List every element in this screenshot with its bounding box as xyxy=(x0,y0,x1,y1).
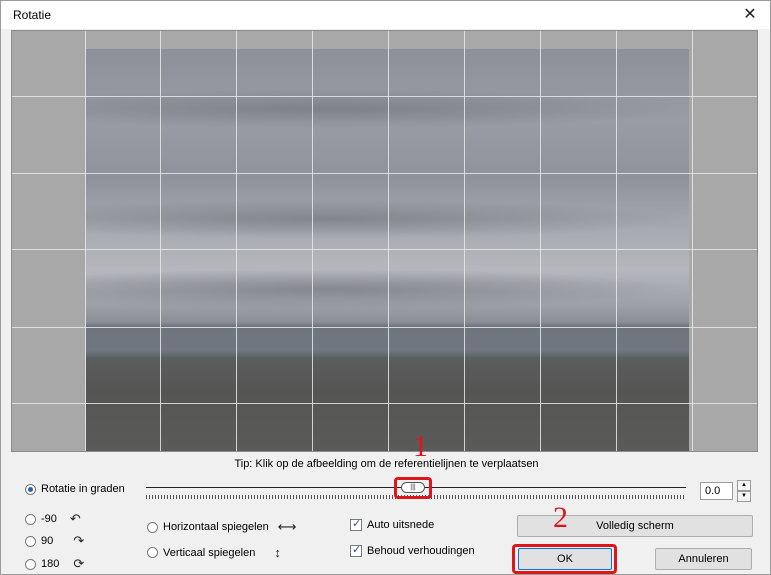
grid-line[interactable] xyxy=(464,31,465,451)
spin-down-icon[interactable]: ▼ xyxy=(737,491,751,502)
preset-90[interactable]: 90 ↷ xyxy=(25,533,84,549)
grid-line[interactable] xyxy=(12,249,757,250)
grid-line[interactable] xyxy=(312,31,313,451)
vertical-arrows-icon: ↕ xyxy=(274,545,281,560)
rotation-value-input[interactable]: 0.0 xyxy=(700,482,733,500)
grid-line[interactable] xyxy=(85,31,86,451)
grid-line[interactable] xyxy=(12,173,757,174)
grid-line[interactable] xyxy=(388,31,389,451)
rotation-degrees-option[interactable]: Rotatie in graden xyxy=(25,483,125,495)
mirror-horizontal-option[interactable]: Horizontaal spiegelen ⟷ xyxy=(147,519,296,535)
cancel-button[interactable]: Annuleren xyxy=(655,548,752,570)
keep-ratio-option[interactable]: Behoud verhoudingen xyxy=(350,543,475,557)
grid-line[interactable] xyxy=(12,96,757,97)
keep-ratio-label: Behoud verhoudingen xyxy=(367,545,475,557)
preset-180[interactable]: 180 ⟳ xyxy=(25,556,84,572)
annotation-number-2: 2 xyxy=(553,501,568,534)
spin-up-icon[interactable]: ▲ xyxy=(737,480,751,491)
preset-label: 90 xyxy=(41,535,54,547)
rotate-180-icon: ⟳ xyxy=(73,556,85,571)
grid-line[interactable] xyxy=(160,31,161,451)
mirror-horizontal-radio[interactable] xyxy=(147,521,158,533)
preset-label: 180 xyxy=(41,558,60,570)
grid-line[interactable] xyxy=(12,403,757,404)
mirror-vertical-option[interactable]: Verticaal spiegelen ↕ xyxy=(147,545,281,560)
mirror-vertical-label: Verticaal spiegelen xyxy=(163,546,256,559)
horizontal-arrows-icon: ⟷ xyxy=(277,519,297,534)
dialog-title: Rotatie xyxy=(13,8,52,22)
rotation-dialog: Rotatie ✕ Tip: Klik op de afbeelding om … xyxy=(0,0,771,575)
grid-line[interactable] xyxy=(540,31,541,451)
annotation-number-1: 1 xyxy=(413,430,428,463)
close-icon[interactable]: ✕ xyxy=(738,5,762,25)
rotate-right-icon: ↷ xyxy=(73,533,85,548)
preset-minus-90[interactable]: -90 ↶ xyxy=(25,511,81,527)
grid-line[interactable] xyxy=(236,31,237,451)
mirror-vertical-radio[interactable] xyxy=(147,547,158,558)
preset-radio[interactable] xyxy=(25,558,36,570)
rotation-degrees-label: Rotatie in graden xyxy=(41,483,125,495)
preset-label: -90 xyxy=(41,513,57,525)
title-bar: Rotatie ✕ xyxy=(1,1,770,29)
mirror-horizontal-label: Horizontaal spiegelen xyxy=(163,521,269,533)
auto-crop-checkbox[interactable] xyxy=(350,517,362,531)
slider-highlight-box xyxy=(394,477,432,499)
rotate-left-icon: ↶ xyxy=(69,511,81,526)
keep-ratio-checkbox[interactable] xyxy=(350,543,362,557)
grid-line[interactable] xyxy=(616,31,617,451)
rotation-degrees-radio[interactable] xyxy=(25,483,36,495)
preset-radio[interactable] xyxy=(25,513,36,525)
ok-highlight-box xyxy=(512,544,617,574)
rotation-spinner[interactable]: ▲ ▼ xyxy=(737,480,751,502)
tip-text: Tip: Klik op de afbeelding om de referen… xyxy=(234,458,539,470)
auto-crop-option[interactable]: Auto uitsnede xyxy=(350,517,435,531)
auto-crop-label: Auto uitsnede xyxy=(367,519,435,531)
image-preview[interactable] xyxy=(11,30,758,452)
grid-line[interactable] xyxy=(12,327,757,328)
grid-line[interactable] xyxy=(692,31,693,451)
preset-radio[interactable] xyxy=(25,535,36,547)
